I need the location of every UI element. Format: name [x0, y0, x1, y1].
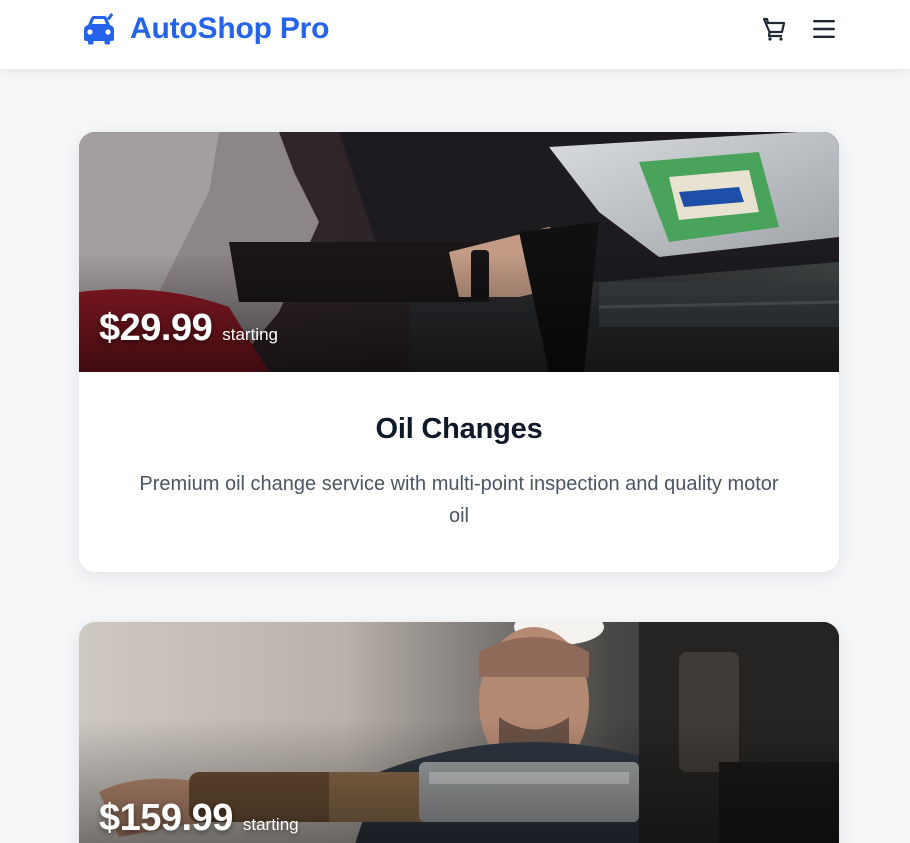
service-image-oil-change: $29.99 starting	[79, 132, 839, 372]
service-image-2: $159.99 starting	[79, 622, 839, 843]
menu-icon	[813, 20, 835, 38]
cart-button[interactable]	[760, 15, 788, 43]
service-description: Premium oil change service with multi-po…	[139, 473, 779, 527]
brand-name: AutoShop Pro	[130, 12, 330, 45]
service-price: $159.99 starting	[99, 797, 299, 840]
service-title: Oil Changes	[375, 413, 543, 445]
service-card-body: Oil Changes Premium oil change service w…	[79, 372, 839, 532]
price-amount: $159.99	[99, 797, 233, 839]
menu-button[interactable]	[810, 15, 838, 43]
price-amount: $29.99	[99, 307, 213, 349]
service-card-2[interactable]: $159.99 starting	[79, 622, 839, 843]
car-icon	[84, 13, 114, 45]
site-header: AutoShop Pro	[0, 0, 910, 69]
cart-icon	[762, 17, 786, 41]
price-suffix: starting	[222, 325, 278, 344]
service-card-oil-changes[interactable]: $29.99 starting Oil Changes Premium oil …	[79, 132, 839, 572]
brand-logo[interactable]: AutoShop Pro	[82, 11, 329, 47]
price-suffix: starting	[242, 815, 299, 834]
service-price: $29.99 starting	[99, 307, 278, 350]
